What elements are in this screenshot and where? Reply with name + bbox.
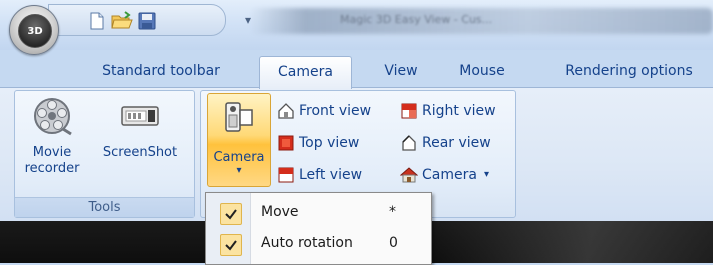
save-icon xyxy=(138,12,156,30)
new-icon xyxy=(90,12,104,30)
movie-recorder-label-line1: Movie xyxy=(32,145,72,160)
menu-item-auto-rotation-label: Auto rotation xyxy=(261,235,353,251)
checkmark-icon xyxy=(220,234,242,256)
tab-view[interactable]: View xyxy=(376,56,426,88)
camera-icon xyxy=(225,102,253,132)
right-view-label: Right view xyxy=(422,103,496,119)
right-view-icon xyxy=(401,103,417,119)
top-view-icon xyxy=(278,135,294,151)
camera-dropdown-button[interactable]: Camera ▾ xyxy=(207,93,271,187)
screenshot-icon xyxy=(121,106,159,126)
ribbon-tabs: Standard toolbar Camera View Mouse Rende… xyxy=(0,50,713,89)
camera-dropdown-arrow-icon: ▾ xyxy=(236,165,242,176)
top-view-label: Top view xyxy=(299,135,360,151)
camera-presets-arrow-icon: ▾ xyxy=(484,169,490,180)
front-view-label: Front view xyxy=(299,103,372,119)
group-label-tools: Tools xyxy=(15,197,194,217)
rear-view-icon xyxy=(402,135,416,151)
right-view-button[interactable]: Right view xyxy=(400,99,510,123)
checkmark-icon xyxy=(220,203,242,225)
film-reel-icon xyxy=(34,98,72,136)
front-view-button[interactable]: Front view xyxy=(277,99,387,123)
movie-recorder-label-line2: recorder xyxy=(24,161,80,176)
camera-presets-button[interactable]: Camera ▾ xyxy=(400,163,510,187)
new-document-button[interactable] xyxy=(87,11,107,31)
menu-item-auto-rotation-shortcut: 0 xyxy=(389,235,398,251)
camera-house-icon xyxy=(400,167,418,183)
left-view-icon xyxy=(278,167,294,183)
window-title: Magic 3D Easy View - Cus... xyxy=(340,13,493,26)
menu-item-auto-rotation[interactable]: Auto rotation 0 xyxy=(206,229,431,259)
left-view-button[interactable]: Left view xyxy=(277,163,387,187)
screenshot-label: ScreenShot xyxy=(102,145,178,160)
rear-view-label: Rear view xyxy=(422,135,491,151)
tab-camera[interactable]: Camera xyxy=(259,56,352,89)
title-bar: Magic 3D Easy View - Cus... ▾ 3D xyxy=(0,0,713,55)
save-button[interactable] xyxy=(137,11,157,31)
quick-access-toolbar: ▾ xyxy=(48,4,251,36)
camera-presets-label: Camera xyxy=(422,167,477,183)
movie-recorder-button[interactable]: Movie recorder xyxy=(19,93,85,189)
group-tools: Movie recorder ScreenShot Tools xyxy=(14,90,195,218)
tab-mouse[interactable]: Mouse xyxy=(452,56,512,88)
open-button[interactable] xyxy=(111,11,133,31)
customize-quick-access-button[interactable]: ▾ xyxy=(245,13,251,27)
screenshot-button[interactable]: ScreenShot xyxy=(94,93,186,189)
menu-item-move[interactable]: Move * xyxy=(206,198,431,228)
menu-item-move-shortcut: * xyxy=(389,204,396,220)
open-icon xyxy=(111,11,133,29)
left-view-label: Left view xyxy=(299,167,363,183)
camera-dropdown-menu: Move * Auto rotation 0 xyxy=(205,192,432,265)
tab-standard-toolbar[interactable]: Standard toolbar xyxy=(96,56,226,88)
application-orb-button[interactable]: 3D xyxy=(9,5,59,55)
rear-view-button[interactable]: Rear view xyxy=(400,131,510,155)
menu-item-move-label: Move xyxy=(261,204,299,220)
viewport-gradient xyxy=(440,221,713,263)
tab-rendering-options[interactable]: Rendering options xyxy=(554,56,704,88)
app-logo-icon: 3D xyxy=(18,14,52,48)
camera-button-label: Camera xyxy=(213,150,265,165)
front-view-icon xyxy=(278,103,294,119)
top-view-button[interactable]: Top view xyxy=(277,131,387,155)
